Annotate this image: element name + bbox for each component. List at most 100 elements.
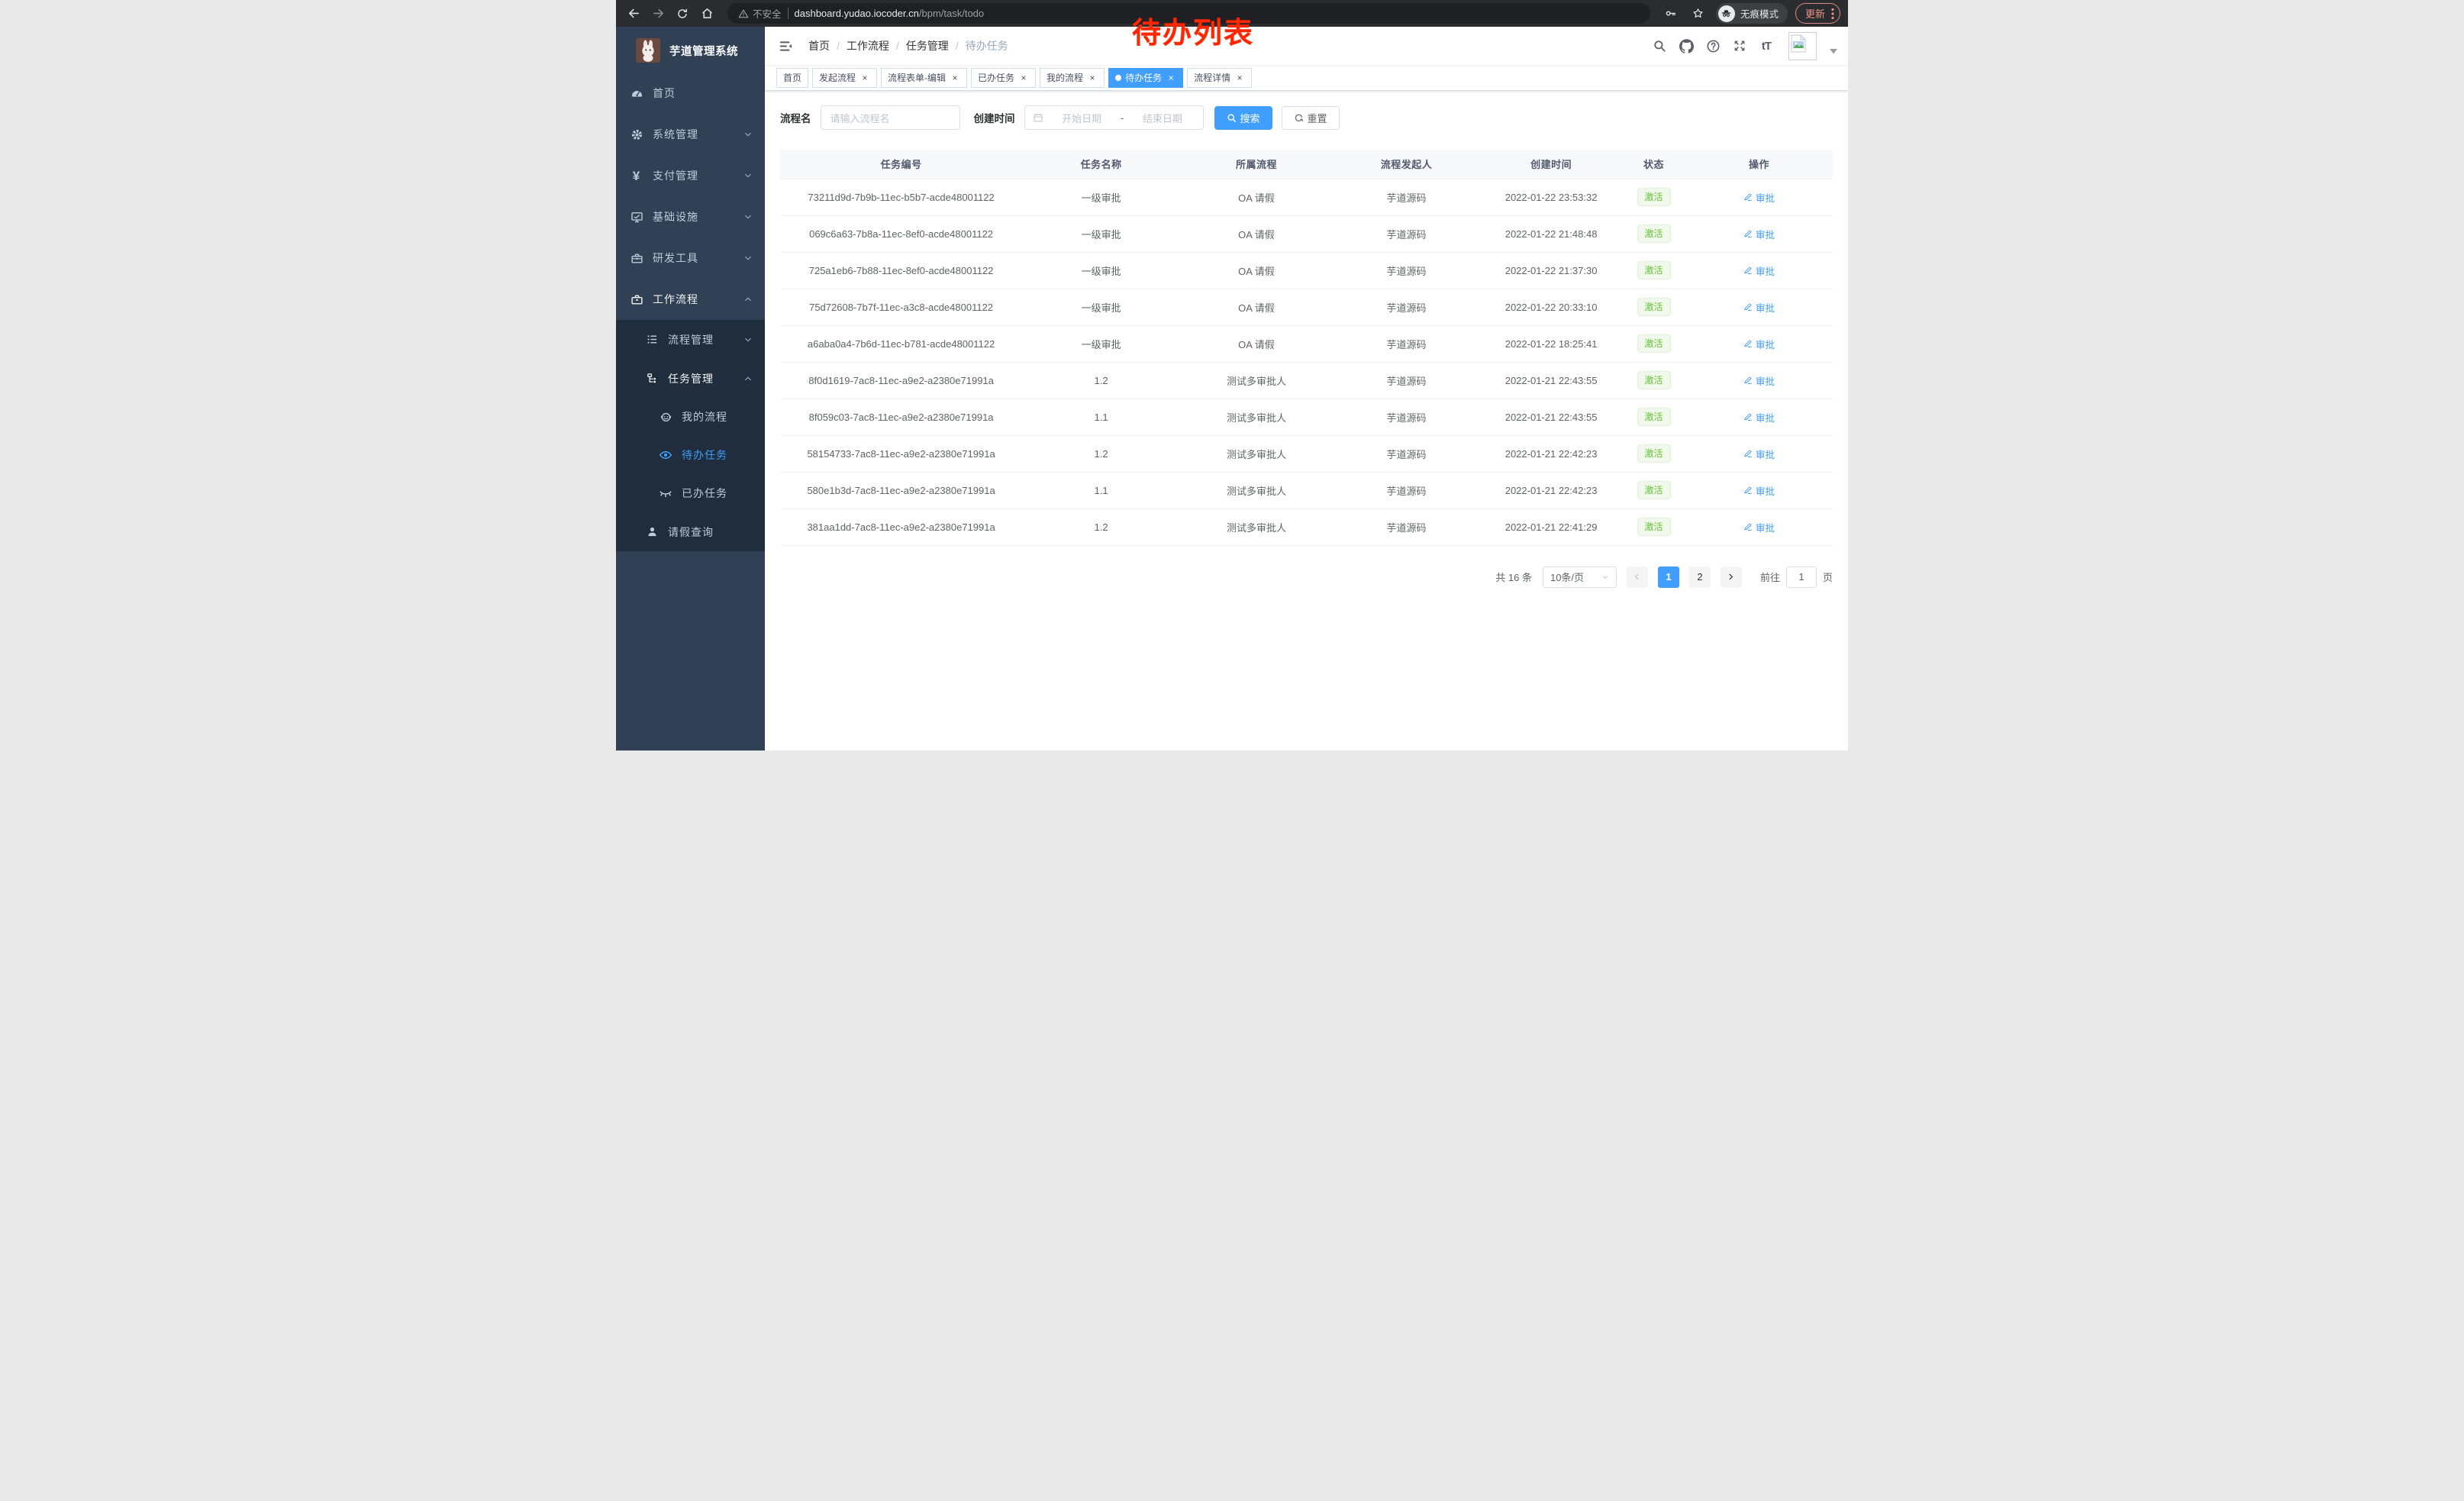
cell-status: 激活 <box>1622 289 1685 325</box>
caret-down-icon[interactable] <box>1830 34 1837 58</box>
sidebar-logo[interactable]: 芋道管理系统 <box>616 31 765 69</box>
pen-icon <box>1743 449 1753 458</box>
approve-link[interactable]: 审批 <box>1743 447 1775 461</box>
bookmark-star-icon[interactable] <box>1688 4 1708 24</box>
sidebar-item-研发工具[interactable]: 研发工具 <box>616 237 765 279</box>
status-badge: 激活 <box>1637 481 1671 499</box>
browser-home-icon[interactable] <box>697 4 717 24</box>
tab-close-icon[interactable]: × <box>950 73 960 83</box>
cell-action: 审批 <box>1685 399 1833 435</box>
approve-link[interactable]: 审批 <box>1743 227 1775 241</box>
chevron-down-icon <box>743 171 753 180</box>
page-button-2[interactable]: 2 <box>1689 567 1711 588</box>
prev-page-button[interactable] <box>1627 567 1648 588</box>
range-separator: - <box>1121 112 1124 124</box>
search-button-icon <box>1227 113 1237 123</box>
approve-link[interactable]: 审批 <box>1743 337 1775 351</box>
monitor-icon <box>630 210 643 224</box>
search-icon[interactable] <box>1652 38 1667 53</box>
tab-close-icon[interactable]: × <box>1166 73 1176 83</box>
tab-label: 首页 <box>783 71 801 84</box>
sidebar-item-label: 支付管理 <box>653 168 698 183</box>
next-page-button[interactable] <box>1721 567 1742 588</box>
tab-流程表单-编辑[interactable]: 流程表单-编辑× <box>881 68 967 88</box>
page-content: 流程名 请输入流程名 创建时间 开始日期 - 结束日期 搜索 <box>765 91 1848 750</box>
breadcrumb-item-current: 待办任务 <box>966 38 1008 53</box>
approve-link[interactable]: 审批 <box>1743 520 1775 534</box>
tab-close-icon[interactable]: × <box>1018 73 1029 83</box>
page-button-1[interactable]: 1 <box>1658 567 1679 588</box>
tab-已办任务[interactable]: 已办任务× <box>971 68 1036 88</box>
cell-action: 审批 <box>1685 179 1833 215</box>
tab-我的流程[interactable]: 我的流程× <box>1040 68 1105 88</box>
cell-action: 审批 <box>1685 435 1833 472</box>
goto-page-input[interactable]: 1 <box>1786 567 1817 588</box>
incognito-badge: 无痕模式 <box>1716 3 1788 24</box>
sidebar-item-请假查询[interactable]: 请假查询 <box>616 512 765 551</box>
approve-link[interactable]: 审批 <box>1743 190 1775 205</box>
tab-close-icon[interactable]: × <box>1087 73 1098 83</box>
date-range-picker[interactable]: 开始日期 - 结束日期 <box>1024 105 1204 130</box>
process-name-input[interactable]: 请输入流程名 <box>821 105 960 130</box>
update-button[interactable]: 更新 <box>1795 3 1840 24</box>
search-button[interactable]: 搜索 <box>1214 106 1272 130</box>
cell-action: 审批 <box>1685 215 1833 252</box>
approve-link[interactable]: 审批 <box>1743 410 1775 424</box>
font-size-icon[interactable]: tT <box>1759 38 1774 53</box>
sidebar: 芋道管理系统 首页系统管理¥支付管理基础设施研发工具工作流程流程管理任务管理我的… <box>616 27 765 750</box>
cell-task-id: 75d72608-7b7f-11ec-a3c8-acde48001122 <box>780 289 1022 325</box>
tab-待办任务[interactable]: 待办任务× <box>1108 68 1183 88</box>
cell-status: 激活 <box>1622 472 1685 508</box>
status-badge: 激活 <box>1637 518 1671 536</box>
cell-action: 审批 <box>1685 508 1833 545</box>
tab-发起流程[interactable]: 发起流程× <box>812 68 877 88</box>
breadcrumb-item[interactable]: 工作流程 <box>847 38 889 53</box>
security-warning[interactable]: 不安全 <box>738 6 782 21</box>
approve-link[interactable]: 审批 <box>1743 373 1775 388</box>
navbar: 首页/ 工作流程/ 任务管理/ 待办任务 <box>765 27 1848 65</box>
tab-首页[interactable]: 首页 <box>776 68 808 88</box>
key-icon[interactable] <box>1661 4 1681 24</box>
approve-link[interactable]: 审批 <box>1743 300 1775 315</box>
approve-link[interactable]: 审批 <box>1743 263 1775 278</box>
browser-reload-icon[interactable] <box>672 4 692 24</box>
security-label: 不安全 <box>753 6 782 21</box>
cell-starter: 芋道源码 <box>1333 325 1480 362</box>
cell-task-id: 580e1b3d-7ac8-11ec-a9e2-a2380e71991a <box>780 472 1022 508</box>
sidebar-item-任务管理[interactable]: 任务管理 <box>616 359 765 398</box>
breadcrumb-item[interactable]: 任务管理 <box>906 38 949 53</box>
tab-close-icon[interactable]: × <box>1234 73 1245 83</box>
column-header-流程发起人: 流程发起人 <box>1333 150 1480 179</box>
hamburger-icon[interactable] <box>774 39 798 53</box>
sidebar-item-系统管理[interactable]: 系统管理 <box>616 114 765 155</box>
refresh-icon <box>1294 113 1304 123</box>
sidebar-item-工作流程[interactable]: 工作流程 <box>616 279 765 320</box>
chevron-right-icon <box>1727 573 1735 581</box>
address-bar[interactable]: 不安全 dashboard.yudao.iocoder.cn/bpm/task/… <box>727 3 1650 24</box>
approve-link[interactable]: 审批 <box>1743 483 1775 498</box>
reset-button[interactable]: 重置 <box>1282 106 1340 130</box>
sidebar-item-首页[interactable]: 首页 <box>616 73 765 114</box>
help-icon[interactable] <box>1705 38 1721 53</box>
calendar-icon <box>1033 112 1043 123</box>
sidebar-item-待办任务[interactable]: 待办任务 <box>616 436 765 474</box>
sidebar-item-我的流程[interactable]: 我的流程 <box>616 398 765 436</box>
browser-back-icon[interactable] <box>624 4 643 24</box>
github-icon[interactable] <box>1679 38 1694 53</box>
tab-close-icon[interactable]: × <box>859 73 870 83</box>
tab-流程详情[interactable]: 流程详情× <box>1187 68 1252 88</box>
sidebar-item-流程管理[interactable]: 流程管理 <box>616 320 765 359</box>
cell-created: 2022-01-21 22:42:23 <box>1480 435 1622 472</box>
sidebar-item-已办任务[interactable]: 已办任务 <box>616 474 765 512</box>
browser-forward-icon[interactable] <box>648 4 668 24</box>
end-date-placeholder: 结束日期 <box>1130 111 1195 125</box>
cell-status: 激活 <box>1622 399 1685 435</box>
fullscreen-icon[interactable] <box>1732 38 1747 53</box>
incognito-icon <box>1718 5 1735 22</box>
sidebar-item-支付管理[interactable]: ¥支付管理 <box>616 155 765 196</box>
breadcrumb-item[interactable]: 首页 <box>808 38 830 53</box>
column-header-操作: 操作 <box>1685 150 1833 179</box>
sidebar-item-基础设施[interactable]: 基础设施 <box>616 196 765 237</box>
page-size-select[interactable]: 10条/页 <box>1543 567 1617 588</box>
user-avatar[interactable] <box>1788 32 1817 60</box>
